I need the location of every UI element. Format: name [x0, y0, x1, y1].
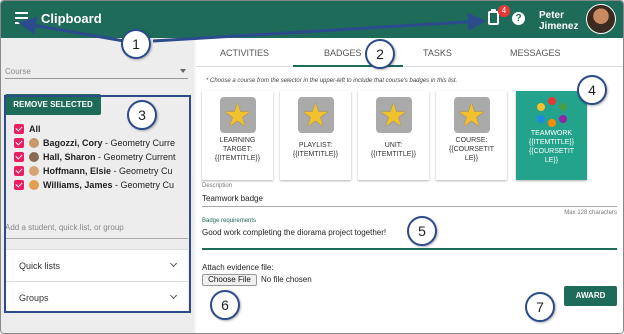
callout-arrows: [18, 12, 486, 43]
callout-6: 6: [210, 290, 240, 320]
arrow-to-menu: [18, 16, 125, 43]
callout-7: 7: [525, 292, 555, 322]
callout-5: 5: [407, 216, 437, 246]
callout-4: 4: [577, 75, 607, 105]
callout-2: 2: [365, 39, 395, 69]
callout-3: 3: [127, 100, 157, 130]
arrow-to-clipboard: [152, 12, 486, 43]
callout-1: 1: [121, 29, 151, 59]
app-window: Clipboard 4 ? Peter Jimenez Course REMOV…: [0, 0, 624, 334]
